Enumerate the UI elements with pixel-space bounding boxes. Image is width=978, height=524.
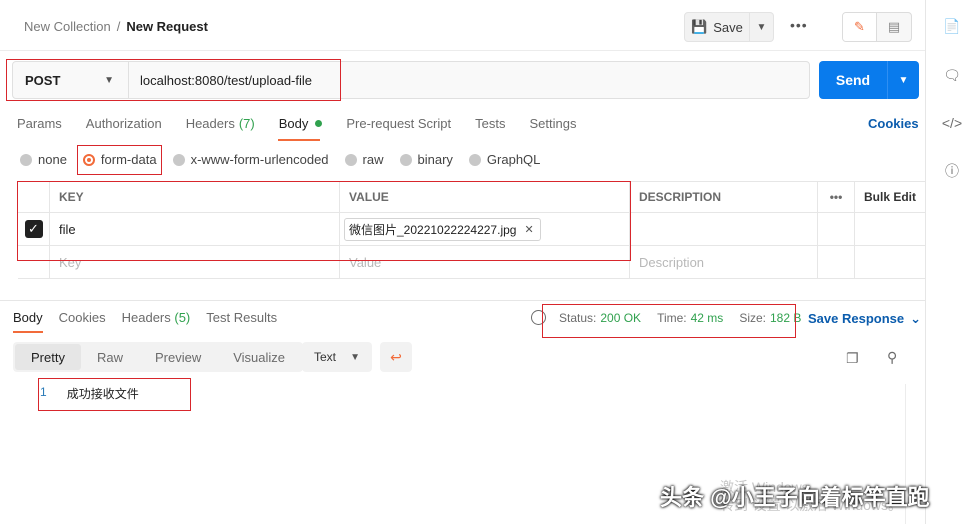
- tab-label: Params: [17, 116, 62, 131]
- body-type-label: GraphQL: [486, 152, 541, 167]
- body-type-none[interactable]: none: [20, 152, 67, 167]
- row-spacer: [855, 213, 925, 245]
- view-raw[interactable]: Raw: [81, 344, 139, 370]
- response-tab-body[interactable]: Body: [13, 310, 43, 325]
- breadcrumb-parent[interactable]: New Collection: [24, 19, 111, 34]
- tab-headers[interactable]: Headers (7): [186, 116, 255, 140]
- edit-icon[interactable]: ✎: [843, 13, 877, 41]
- save-label: Save: [713, 19, 743, 35]
- save-icon: 💾: [691, 19, 708, 34]
- chevron-down-icon: ▼: [756, 21, 767, 33]
- tab-label: Pre-request Script: [346, 116, 452, 131]
- comment-icon[interactable]: 🗨: [941, 64, 963, 86]
- send-options-button[interactable]: ▼: [887, 61, 919, 99]
- radio-icon: [20, 153, 32, 166]
- chevron-down-icon: ▼: [350, 351, 360, 363]
- row-spacer: [818, 246, 855, 278]
- copy-icon[interactable]: ❐: [846, 350, 862, 366]
- body-type-label: x-www-form-urlencoded: [190, 152, 329, 167]
- body-type-graphql[interactable]: GraphQL: [468, 152, 541, 167]
- wrap-lines-icon[interactable]: ↩: [380, 342, 412, 372]
- radio-icon: [399, 153, 412, 166]
- tab-body[interactable]: Body: [279, 116, 323, 140]
- description-cell[interactable]: [630, 213, 818, 245]
- row-spacer: [855, 246, 925, 278]
- body-type-label: binary: [417, 152, 453, 167]
- tab-label: Body: [278, 116, 309, 131]
- breadcrumb-separator: /: [116, 19, 121, 34]
- response-tab-headers[interactable]: Headers (5): [122, 310, 191, 325]
- breadcrumb: New Collection / New Request: [24, 19, 208, 34]
- save-response-label: Save Response: [808, 311, 905, 326]
- row-spacer: [818, 213, 855, 245]
- view-pretty[interactable]: Pretty: [15, 344, 81, 370]
- body-type-label: none: [38, 152, 67, 167]
- comment-icon[interactable]: ▤: [877, 13, 911, 41]
- active-response-tab-underline: [13, 331, 43, 333]
- view-preview[interactable]: Preview: [139, 344, 217, 370]
- tab-label: Tests: [475, 116, 506, 131]
- body-type-label: raw: [362, 152, 384, 167]
- radio-icon: [344, 153, 357, 166]
- tab-tests[interactable]: Tests: [475, 116, 505, 140]
- response-tab-test-results[interactable]: Test Results: [206, 310, 277, 325]
- tab-params[interactable]: Params: [17, 116, 62, 140]
- save-response-button[interactable]: Save Response ⌄: [808, 311, 921, 327]
- request-tabs: Params Authorization Headers (7) Body Pre…: [17, 116, 600, 140]
- code-icon[interactable]: </>: [941, 112, 963, 134]
- annotation-form-data: [77, 145, 162, 175]
- radio-icon: [468, 153, 481, 166]
- description-input[interactable]: Description: [630, 246, 818, 278]
- send-button[interactable]: Send: [819, 61, 887, 99]
- save-group: 💾 Save ▼: [684, 12, 774, 42]
- annotation-response: [38, 378, 191, 411]
- active-indicator-dot: [315, 120, 323, 127]
- view-mode-tabs: Pretty Raw Preview Visualize: [13, 342, 304, 372]
- format-label: Text: [314, 350, 337, 364]
- save-button[interactable]: 💾 Save: [684, 12, 750, 42]
- annotation-url: [6, 59, 341, 101]
- tab-authorization[interactable]: Authorization: [86, 116, 162, 140]
- search-icon[interactable]: ⚲: [887, 349, 903, 365]
- tab-settings[interactable]: Settings: [529, 116, 576, 140]
- info-icon[interactable]: ⓘ: [941, 160, 963, 182]
- document-icon[interactable]: 📄: [941, 15, 963, 37]
- tab-label: Headers: [185, 116, 235, 131]
- tab-label: Settings: [529, 116, 577, 131]
- save-options-button[interactable]: ▼: [750, 12, 774, 42]
- column-description: DESCRIPTION: [630, 182, 818, 212]
- cookies-link[interactable]: Cookies: [868, 116, 919, 131]
- tab-label: Authorization: [85, 116, 162, 131]
- headers-count: (5): [174, 310, 191, 325]
- bulk-edit-button[interactable]: Bulk Edit: [855, 182, 925, 212]
- tab-pre-request-script[interactable]: Pre-request Script: [346, 116, 451, 140]
- annotation-kv-table: [17, 181, 631, 261]
- body-type-binary[interactable]: binary: [399, 152, 453, 167]
- chevron-down-icon: ▼: [898, 74, 909, 86]
- body-type-urlencoded[interactable]: x-www-form-urlencoded: [172, 152, 329, 167]
- column-options-button[interactable]: •••: [818, 182, 855, 212]
- format-select[interactable]: Text ▼: [302, 342, 372, 372]
- request-response-divider[interactable]: [0, 300, 925, 301]
- active-tab-underline: [278, 139, 320, 141]
- chevron-down-icon: ⌄: [910, 311, 922, 326]
- topbar-divider: [0, 50, 925, 51]
- body-type-raw[interactable]: raw: [344, 152, 384, 167]
- radio-icon: [172, 153, 185, 166]
- tab-label: Headers: [121, 310, 171, 325]
- request-title[interactable]: New Request: [126, 19, 208, 34]
- mode-toggle: ✎ ▤: [842, 12, 912, 42]
- right-sidebar: 📄 🗨 </> ⓘ: [925, 0, 978, 524]
- response-tabs: Body Cookies Headers (5) Test Results: [13, 310, 293, 325]
- response-tab-cookies[interactable]: Cookies: [59, 310, 106, 325]
- headers-count: (7): [238, 116, 255, 131]
- brand-watermark: 头条 @小王子向着标竿直跑: [660, 485, 930, 510]
- view-visualize[interactable]: Visualize: [217, 344, 301, 370]
- more-actions-button[interactable]: •••: [790, 17, 808, 33]
- send-group: Send ▼: [819, 61, 919, 99]
- annotation-status: [542, 304, 796, 338]
